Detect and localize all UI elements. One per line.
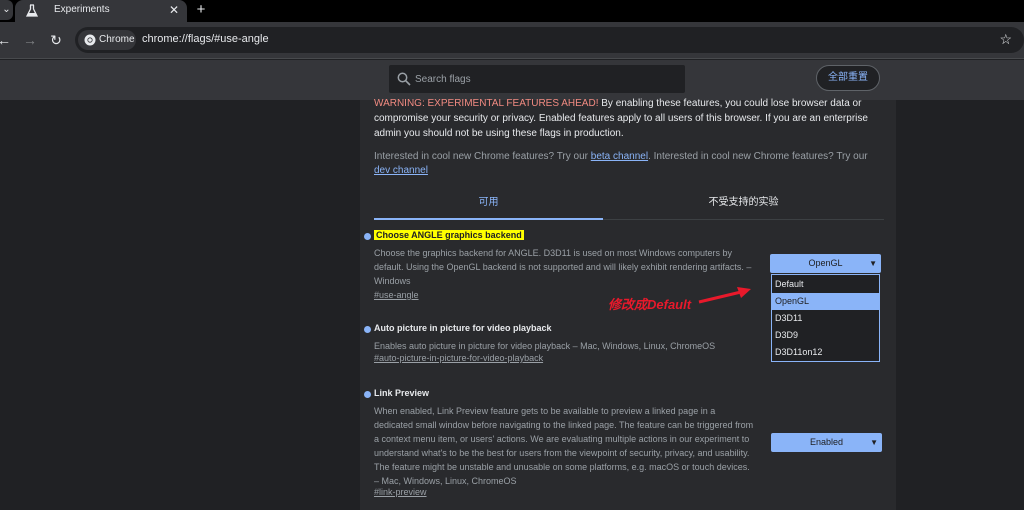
experiment-name: Link Preview — [374, 388, 430, 398]
annotation-text: 修改成Default — [608, 297, 692, 312]
select-value: Enabled — [809, 437, 844, 447]
annotation-arrow-icon — [698, 287, 751, 304]
experiment-description: When enabled, Link Preview feature gets … — [374, 406, 754, 486]
experiment-link[interactable]: #use-angle — [374, 290, 419, 300]
experiment-dot — [364, 233, 371, 240]
beta-channel-link[interactable]: beta channel — [591, 151, 648, 162]
search-box[interactable] — [389, 65, 685, 93]
toolbar: ← → ↻ Chrome chrome://flags/#use-angle ☆ — [0, 22, 1024, 59]
chrome-logo-icon — [84, 34, 96, 46]
warning-text: WARNING: EXPERIMENTAL FEATURES AHEAD! By… — [374, 96, 884, 141]
experiment-description: Choose the graphics backend for ANGLE. D… — [374, 248, 752, 286]
tab-strip: ⌄ Experiments ✕ + — [0, 0, 1024, 22]
chevron-down-icon: ▼ — [869, 259, 877, 268]
experiment-name: Auto picture in picture for video playba… — [374, 323, 552, 333]
chrome-chip[interactable]: Chrome — [78, 30, 136, 50]
angle-backend-select[interactable]: OpenGL ▼ — [770, 254, 881, 273]
angle-backend-dropdown: Default OpenGL D3D11 D3D9 D3D11on12 — [771, 274, 880, 362]
experiment-name: Choose ANGLE graphics backend — [374, 230, 524, 240]
experiment-link[interactable]: #auto-picture-in-picture-for-video-playb… — [374, 353, 543, 363]
experiment-description: Enables auto picture in picture for vide… — [374, 341, 716, 351]
link-preview-select[interactable]: Enabled ▼ — [771, 433, 882, 452]
warning-heading: WARNING: EXPERIMENTAL FEATURES AHEAD! — [374, 98, 599, 109]
forward-icon[interactable]: → — [22, 31, 38, 49]
tab-search-button[interactable]: ⌄ — [0, 0, 13, 20]
close-icon[interactable]: ✕ — [167, 3, 181, 17]
browser-tab[interactable]: Experiments ✕ — [15, 0, 187, 22]
address-bar[interactable]: Chrome chrome://flags/#use-angle ☆ — [75, 27, 1024, 53]
select-value: OpenGL — [808, 258, 843, 268]
experiment-link[interactable]: #link-preview — [374, 487, 427, 497]
url-text[interactable]: chrome://flags/#use-angle — [142, 33, 269, 45]
reset-all-button[interactable]: 全部重置 — [816, 65, 880, 91]
search-icon — [397, 72, 411, 86]
back-icon[interactable]: ← — [0, 31, 12, 49]
dev-channel-link[interactable]: dev channel — [374, 165, 428, 176]
new-tab-button[interactable]: + — [193, 1, 209, 19]
experiment-dot — [364, 326, 371, 333]
reload-icon[interactable]: ↻ — [48, 31, 64, 49]
channel-text-2: . Interested in cool new Chrome features… — [648, 151, 868, 162]
dropdown-option-d3d11[interactable]: D3D11 — [772, 310, 879, 327]
dropdown-option-d3d9[interactable]: D3D9 — [772, 327, 879, 344]
bookmark-star-icon[interactable]: ☆ — [999, 31, 1012, 48]
chip-label: Chrome — [99, 34, 135, 45]
dropdown-option-default[interactable]: Default — [772, 276, 879, 293]
dropdown-option-d3d11on12[interactable]: D3D11on12 — [772, 344, 879, 361]
search-input[interactable] — [415, 69, 675, 89]
dropdown-option-opengl[interactable]: OpenGL — [772, 293, 879, 310]
channel-info: Interested in cool new Chrome features? … — [374, 150, 884, 178]
chevron-down-icon: ▼ — [870, 438, 878, 447]
experiment-dot — [364, 391, 371, 398]
flask-icon — [25, 4, 39, 17]
tab-available[interactable]: 可用 — [374, 192, 603, 220]
flag-tabs: 可用 不受支持的实验 — [374, 192, 884, 220]
channel-text-1: Interested in cool new Chrome features? … — [374, 151, 591, 162]
tab-unavailable[interactable]: 不受支持的实验 — [603, 192, 884, 220]
flags-header: 全部重置 — [0, 60, 1024, 100]
tab-title: Experiments — [54, 4, 110, 15]
